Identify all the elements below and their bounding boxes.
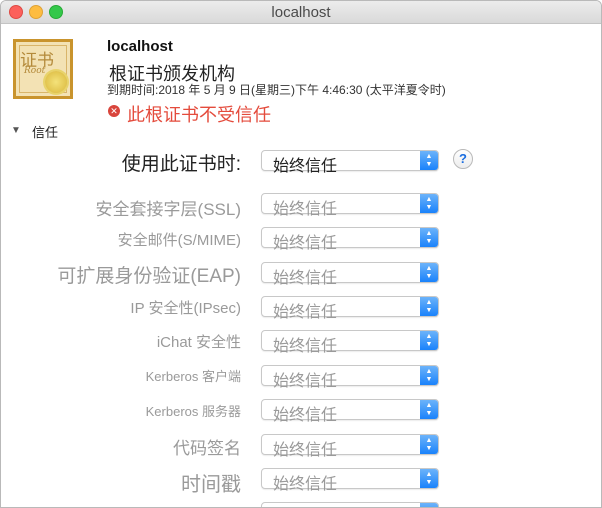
chevron-up-down-icon: ▲ ▼ xyxy=(420,435,438,454)
trust-select-value: 始终信任 xyxy=(273,304,338,321)
certificate-name: localhost xyxy=(107,38,173,55)
trust-select-value: 始终信任 xyxy=(273,338,338,355)
trust-select-ichat[interactable]: 始终信任 ▲ ▼ xyxy=(261,330,439,355)
seal-icon xyxy=(45,71,67,93)
certificate-icon: 证书 Root xyxy=(13,39,73,99)
trust-select-value: 始终信任 xyxy=(273,158,338,175)
chevron-up-down-icon: ▲ ▼ xyxy=(420,228,438,247)
error-icon: ✕ xyxy=(108,105,120,117)
trust-select-value: 始终信任 xyxy=(273,373,338,390)
chevron-up-down-icon xyxy=(420,503,438,507)
help-button[interactable]: ? xyxy=(453,149,473,169)
chevron-up-down-icon: ▲ ▼ xyxy=(420,366,438,385)
trust-select-value: 始终信任 xyxy=(273,407,338,424)
chevron-up-down-icon: ▲ ▼ xyxy=(420,297,438,316)
trust-row-label-timestamping: 时间戳 xyxy=(181,474,241,496)
trust-select-kerberos-server[interactable]: 始终信任 ▲ ▼ xyxy=(261,399,439,424)
trust-select-code-signing[interactable]: 始终信任 ▲ ▼ xyxy=(261,434,439,459)
trust-section-label[interactable]: 信任 xyxy=(32,122,58,141)
trust-select-value: 始终信任 xyxy=(273,201,338,218)
trust-row-label-ichat: iChat 安全性 xyxy=(156,334,241,351)
trust-select-kerberos-client[interactable]: 始终信任 ▲ ▼ xyxy=(261,365,439,390)
trust-row-label-ssl: 安全套接字层(SSL) xyxy=(95,200,241,219)
chevron-up-down-icon: ▲ ▼ xyxy=(420,469,438,488)
trust-select-value: 始终信任 xyxy=(273,476,338,493)
trust-row-label-smime: 安全邮件(S/MIME) xyxy=(117,232,241,249)
trust-select-timestamping[interactable]: 始终信任 ▲ ▼ xyxy=(261,468,439,493)
chevron-up-down-icon: ▲ ▼ xyxy=(420,400,438,419)
trust-row-label-kerberos-server: Kerberos 服务器 xyxy=(145,404,241,419)
trust-select-ssl[interactable]: 始终信任 ▲ ▼ xyxy=(261,193,439,218)
trust-row-label-when-using: 使用此证书时: xyxy=(121,154,241,175)
trust-select-smime[interactable]: 始终信任 ▲ ▼ xyxy=(261,227,439,252)
chevron-up-down-icon: ▲ ▼ xyxy=(420,194,438,213)
trust-row-label-kerberos-client: Kerberos 客户端 xyxy=(145,369,241,384)
trust-row-label-eap: 可扩展身份验证(EAP) xyxy=(57,266,241,287)
trust-select-value: 始终信任 xyxy=(273,270,338,287)
trust-select-eap[interactable]: 始终信任 ▲ ▼ xyxy=(261,262,439,287)
trust-select-value: 始终信任 xyxy=(273,442,338,459)
certificate-window: localhost 证书 Root localhost 根证书颁发机构 到期时间… xyxy=(0,0,602,508)
trust-select-ipsec[interactable]: 始终信任 ▲ ▼ xyxy=(261,296,439,321)
trust-select-when-using[interactable]: 始终信任 ▲ ▼ xyxy=(261,150,439,175)
trust-warning: 此根证书不受信任 xyxy=(127,105,271,125)
chevron-up-down-icon: ▲ ▼ xyxy=(420,263,438,282)
disclosure-triangle-icon[interactable]: ▼ xyxy=(11,125,21,136)
title-bar: localhost xyxy=(1,1,601,24)
chevron-up-down-icon: ▲ ▼ xyxy=(420,151,438,170)
chevron-up-down-icon: ▲ ▼ xyxy=(420,331,438,350)
certificate-expiry: 到期时间:2018 年 5 月 9 日(星期三)下午 4:46:30 (太平洋夏… xyxy=(107,83,446,97)
window-title: localhost xyxy=(271,4,331,21)
trust-row-label-code-signing: 代码签名 xyxy=(173,439,241,458)
trust-select-partial[interactable] xyxy=(261,502,439,507)
trust-row-label-ipsec: IP 安全性(IPsec) xyxy=(130,300,241,317)
certificate-icon-subtext: Root xyxy=(24,66,46,76)
trust-select-value: 始终信任 xyxy=(273,235,338,252)
